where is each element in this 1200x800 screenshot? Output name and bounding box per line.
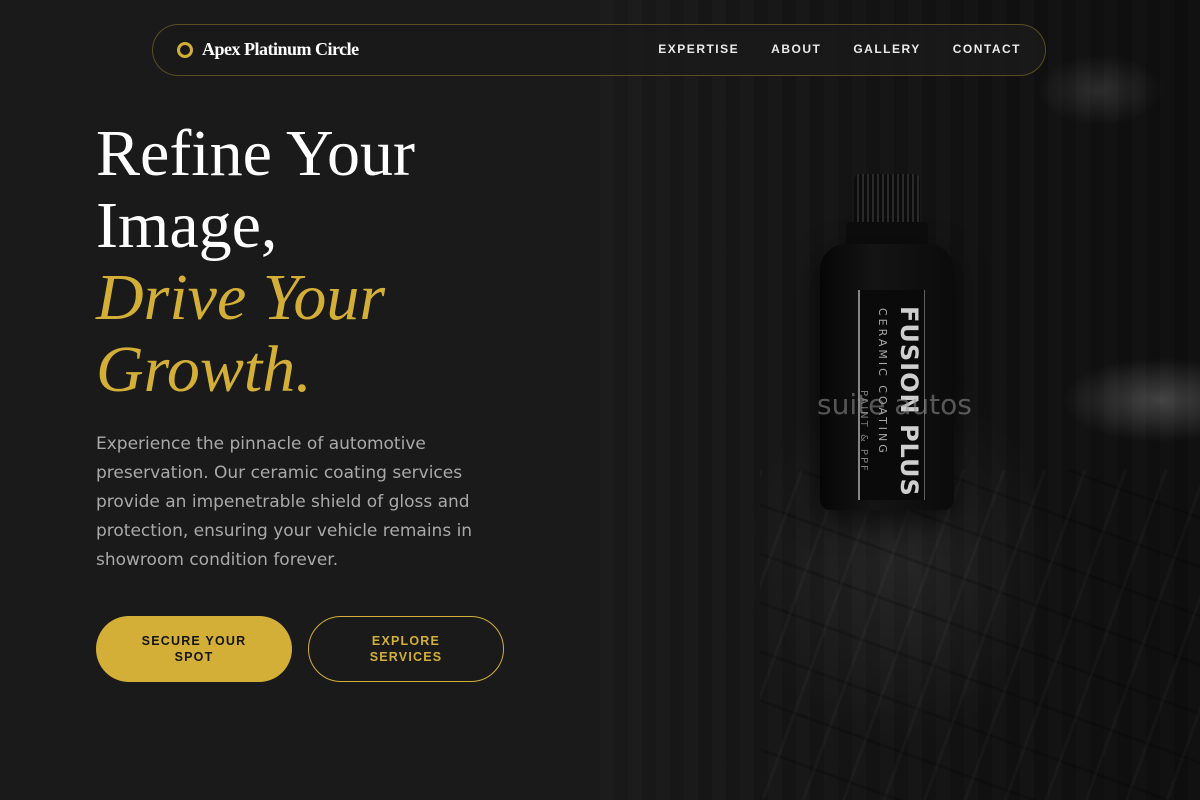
image-watermark: suite autos (817, 388, 972, 421)
explore-services-button[interactable]: EXPLORE SERVICES (308, 616, 504, 682)
hero-heading: Refine Your Image, Drive Your Growth. (96, 118, 415, 406)
brand-name: Apex Platinum Circle (202, 39, 359, 59)
bottle-cap (854, 174, 920, 226)
top-navbar: Apex Platinum Circle EXPERTISE ABOUT GAL… (152, 24, 1046, 76)
tire-tread-texture (760, 470, 1200, 800)
hero-accent-line-1: Drive Your (96, 261, 386, 334)
hero-description: Experience the pinnacle of automotive pr… (96, 434, 473, 570)
explore-services-label: EXPLORE SERVICES (369, 634, 443, 664)
nav-links: EXPERTISE ABOUT GALLERY CONTACT (626, 42, 1021, 56)
nav-link-contact[interactable]: CONTACT (953, 42, 1021, 56)
ceramic-coating-bottle-image: FUSION PLUS CERAMIC COATING PAINT & PPF (820, 170, 960, 515)
nav-link-about[interactable]: ABOUT (771, 42, 821, 56)
nav-link-gallery[interactable]: GALLERY (853, 42, 920, 56)
secure-your-spot-label: SECURE YOUR SPOT (141, 634, 247, 664)
hero-title-line-2: Image, (96, 189, 278, 262)
hero-title-line-1: Refine Your (96, 117, 416, 190)
bottle-subtitle-text: CERAMIC COATING (876, 308, 889, 456)
nav-link-expertise[interactable]: EXPERTISE (658, 42, 739, 56)
ring-icon (177, 41, 193, 58)
brand-logo[interactable]: Apex Platinum Circle (177, 39, 359, 60)
secure-your-spot-button[interactable]: SECURE YOUR SPOT (96, 616, 292, 682)
hero-accent-line-2: Growth. (96, 333, 312, 406)
